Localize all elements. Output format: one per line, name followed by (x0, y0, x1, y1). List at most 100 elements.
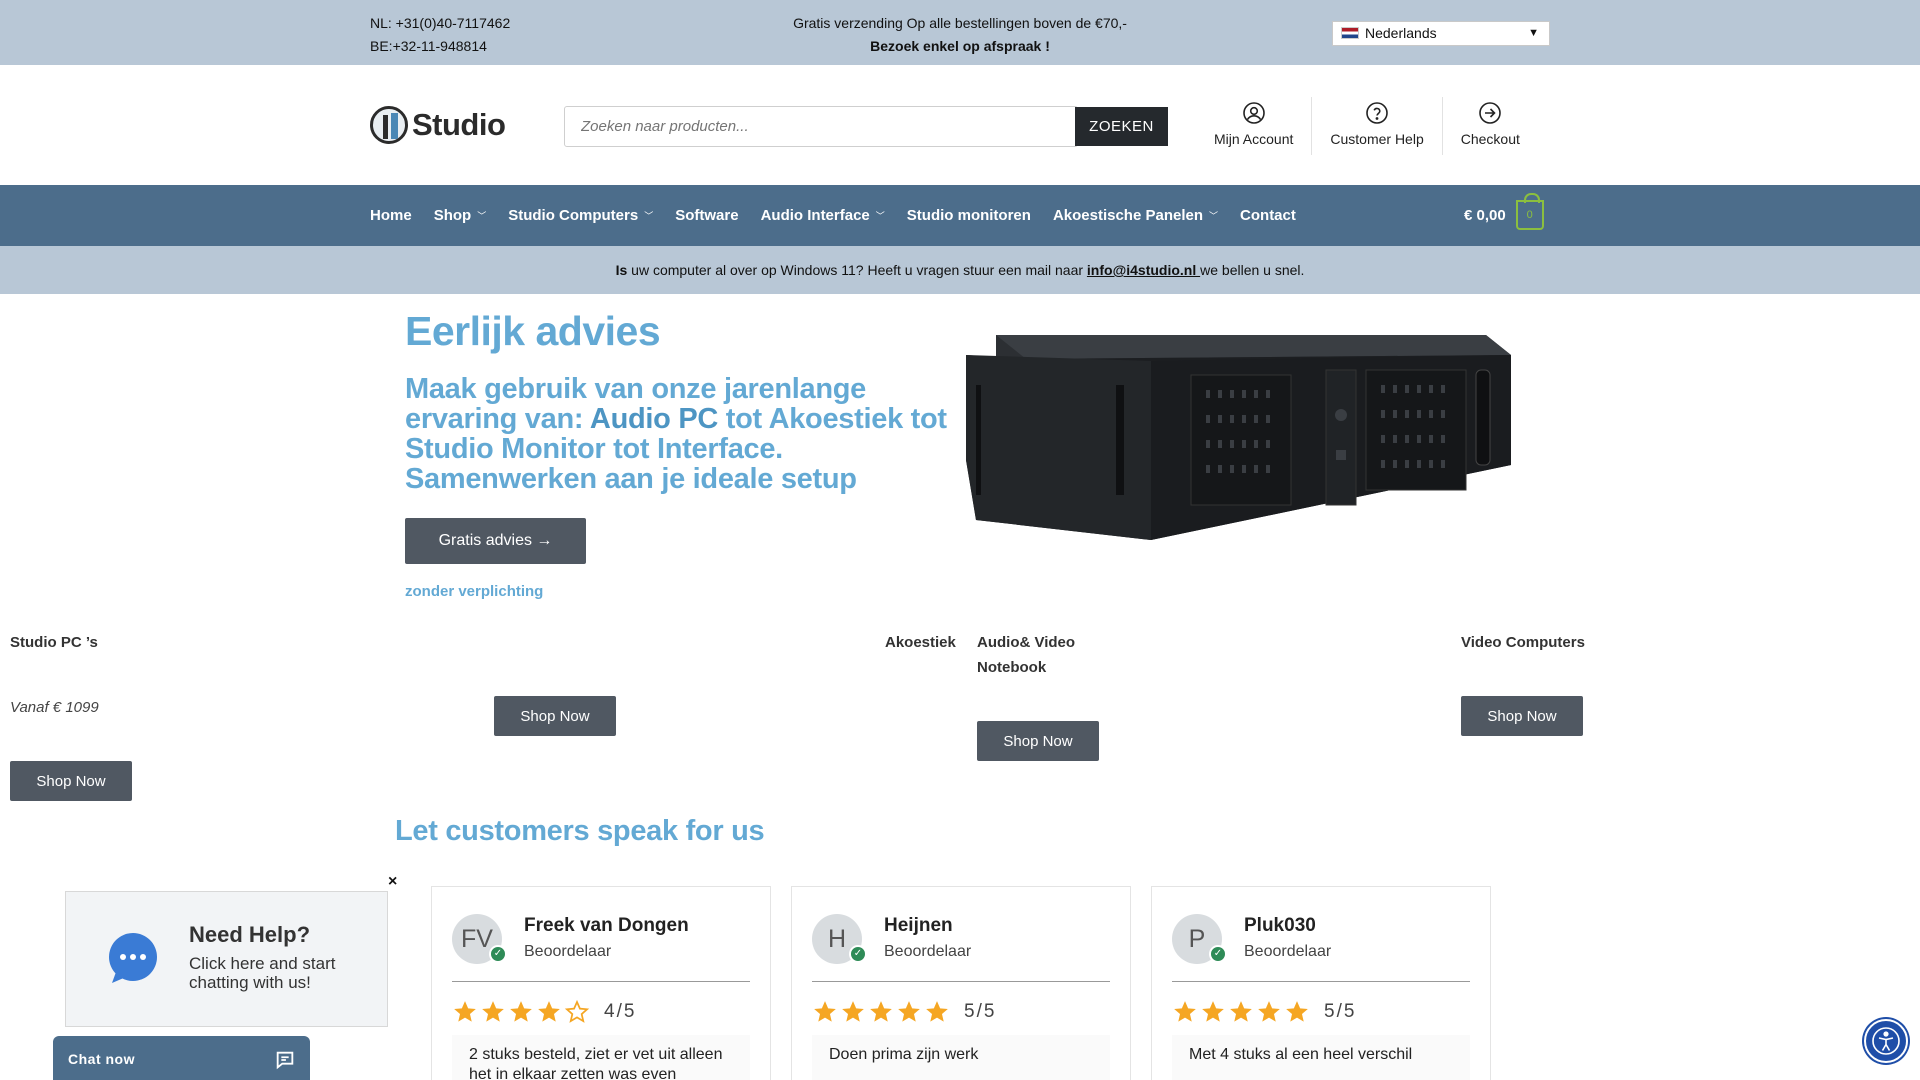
star-filled-icon (482, 1001, 504, 1022)
nav-item-shop[interactable]: Shop ﹀ (434, 207, 487, 224)
nav-item-software[interactable]: Software (675, 207, 738, 224)
free-advice-button[interactable]: Gratis advies → (405, 518, 586, 564)
search-button[interactable]: ZOEKEN (1075, 107, 1168, 146)
rating-score: 5/5 (964, 1001, 997, 1022)
caret-down-icon: ▼ (1528, 27, 1539, 39)
help-title: Need Help? (189, 922, 311, 947)
star-filled-icon (898, 1001, 920, 1022)
review-card: FV ✓ Freek van Dongen Beoordelaar 4/5 2 … (431, 886, 771, 1080)
shop-now-button-video-computers[interactable]: Shop Now (1461, 696, 1583, 736)
accessibility-button[interactable] (1864, 1019, 1908, 1063)
cart-link[interactable]: € 0,00 0 (1464, 193, 1544, 231)
close-icon[interactable]: × (388, 873, 397, 891)
cart-count: 0 (1526, 209, 1533, 221)
notice-email-link[interactable]: info@i4studio.nl (1087, 262, 1200, 278)
review-text: Met 4 stuks al een heel verschil (1172, 1035, 1470, 1080)
chat-bubble-icon (109, 933, 157, 983)
customer-help-label: Customer Help (1330, 131, 1424, 147)
shop-now-button-2[interactable]: Shop Now (494, 696, 616, 736)
notice-bar: Is uw computer al over op Windows 11? He… (0, 246, 1920, 294)
site-logo[interactable]: Studio (370, 105, 506, 145)
nav-item-home[interactable]: Home (370, 207, 412, 224)
nav-menu: Home Shop ﹀ Studio Computers ﹀ Software Au… (370, 185, 1318, 246)
hero-subtitle: Maak gebruik van onze jarenlange ervarin… (405, 374, 965, 494)
star-filled-icon (926, 1001, 948, 1022)
user-circle-icon (1242, 102, 1265, 124)
nav-item-label: Home (370, 207, 412, 224)
chevron-down-icon: ﹀ (477, 211, 487, 221)
reviewer-role: Beoordelaar (524, 943, 612, 960)
nav-item-label: Software (675, 207, 739, 224)
star-rating: 5/5 (1172, 999, 1356, 1025)
account-link[interactable]: Mijn Account (1198, 97, 1311, 155)
logo-text: Studio (412, 107, 506, 142)
shop-now-button-notebook[interactable]: Shop Now (977, 721, 1099, 761)
divider (452, 981, 750, 982)
review-text: Doen prima zijn werk (812, 1035, 1110, 1080)
nav-item-label: Contact (1240, 207, 1296, 224)
category-video-computers-label[interactable]: Video Computers (1461, 630, 1585, 655)
phone-be[interactable]: BE:+32-11-948814 (370, 35, 510, 58)
reviews-title: Let customers speak for us (395, 815, 765, 847)
star-filled-icon (1258, 1001, 1280, 1022)
shopping-bag-icon: 0 (1515, 193, 1544, 230)
chevron-down-icon: ﹀ (644, 211, 654, 221)
nav-item-audio-interface[interactable]: Audio Interface ﹀ (761, 207, 885, 224)
chat-now-label: Chat now (68, 1051, 135, 1067)
star-rating: 4/5 (452, 999, 636, 1025)
contact-phones: NL: +31(0)40-7117462 BE:+32-11-948814 (370, 12, 510, 58)
phone-nl[interactable]: NL: +31(0)40-7117462 (370, 12, 510, 35)
hero-title: Eerlijk advies (405, 308, 661, 354)
category-notebook-label[interactable]: Audio& Video Notebook (977, 630, 1097, 680)
logo-mark-icon (370, 106, 408, 144)
customer-help-link[interactable]: Customer Help (1311, 97, 1441, 155)
cart-total: € 0,00 (1464, 206, 1506, 224)
star-filled-icon (510, 1001, 532, 1022)
reviewer-name: Pluk030 (1244, 915, 1316, 936)
chat-now-button[interactable]: Chat now (53, 1036, 310, 1080)
hero-sub-highlight: Audio PC (589, 403, 719, 435)
star-filled-icon (870, 1001, 892, 1022)
nav-item-label: Audio Interface (760, 207, 870, 224)
star-empty-icon (564, 999, 590, 1023)
nav-item-contact[interactable]: Contact (1240, 207, 1296, 224)
nav-item-akoestische-panelen[interactable]: Akoestische Panelen ﹀ (1053, 207, 1218, 224)
notice-suffix: we bellen u snel. (1200, 262, 1305, 278)
verified-check-icon: ✓ (1209, 945, 1227, 963)
language-label: Nederlands (1365, 25, 1437, 41)
review-card: H ✓ Heijnen Beoordelaar 5/5 Doen prima z… (791, 886, 1131, 1080)
account-label: Mijn Account (1214, 131, 1294, 147)
netherlands-flag-icon (1341, 27, 1359, 39)
checkout-link[interactable]: Checkout (1441, 97, 1538, 155)
chevron-down-icon: ﹀ (875, 211, 885, 221)
checkout-label: Checkout (1460, 131, 1520, 147)
question-circle-icon (1366, 102, 1388, 124)
divider (812, 981, 1110, 982)
verified-check-icon: ✓ (489, 945, 507, 963)
need-help-popup[interactable]: Need Help? Click here and start chatting… (65, 891, 388, 1027)
search-input[interactable] (565, 107, 1077, 146)
category-akoestiek-label[interactable]: Akoestiek (885, 630, 956, 655)
nav-item-label: Akoestische Panelen (1052, 207, 1204, 224)
rating-score: 4/5 (604, 1001, 637, 1022)
shop-now-button-studio-pcs[interactable]: Shop Now (10, 761, 132, 801)
notice-text: uw computer al over op Windows 11? Heeft… (627, 262, 1087, 278)
divider (1172, 981, 1470, 982)
search-box (564, 106, 1078, 147)
review-text: 2 stuks besteld, ziet er vet uit alleen … (452, 1035, 750, 1080)
nav-item-studio-computers[interactable]: Studio Computers ﹀ (508, 207, 653, 224)
chevron-down-icon: ﹀ (1209, 211, 1219, 221)
star-filled-icon (454, 1001, 476, 1022)
shipping-info: Gratis verzending Op alle bestellingen b… (760, 12, 1160, 58)
nav-item-studio-monitoren[interactable]: Studio monitoren (907, 207, 1031, 224)
star-filled-icon (1230, 1001, 1252, 1022)
category-studio-pcs-label[interactable]: Studio PC ’s (10, 630, 98, 655)
main-nav: Home Shop ﹀ Studio Computers ﹀ Software Au… (0, 185, 1920, 246)
nav-item-label: Studio monitoren (906, 207, 1031, 224)
verified-check-icon: ✓ (849, 945, 867, 963)
star-filled-icon (1286, 1001, 1308, 1022)
star-filled-icon (538, 1001, 560, 1022)
star-filled-icon (1174, 1001, 1196, 1022)
category-studio-pcs-price: Vanaf € 1099 (10, 699, 99, 716)
language-select[interactable]: Nederlands ▼ (1332, 21, 1550, 46)
